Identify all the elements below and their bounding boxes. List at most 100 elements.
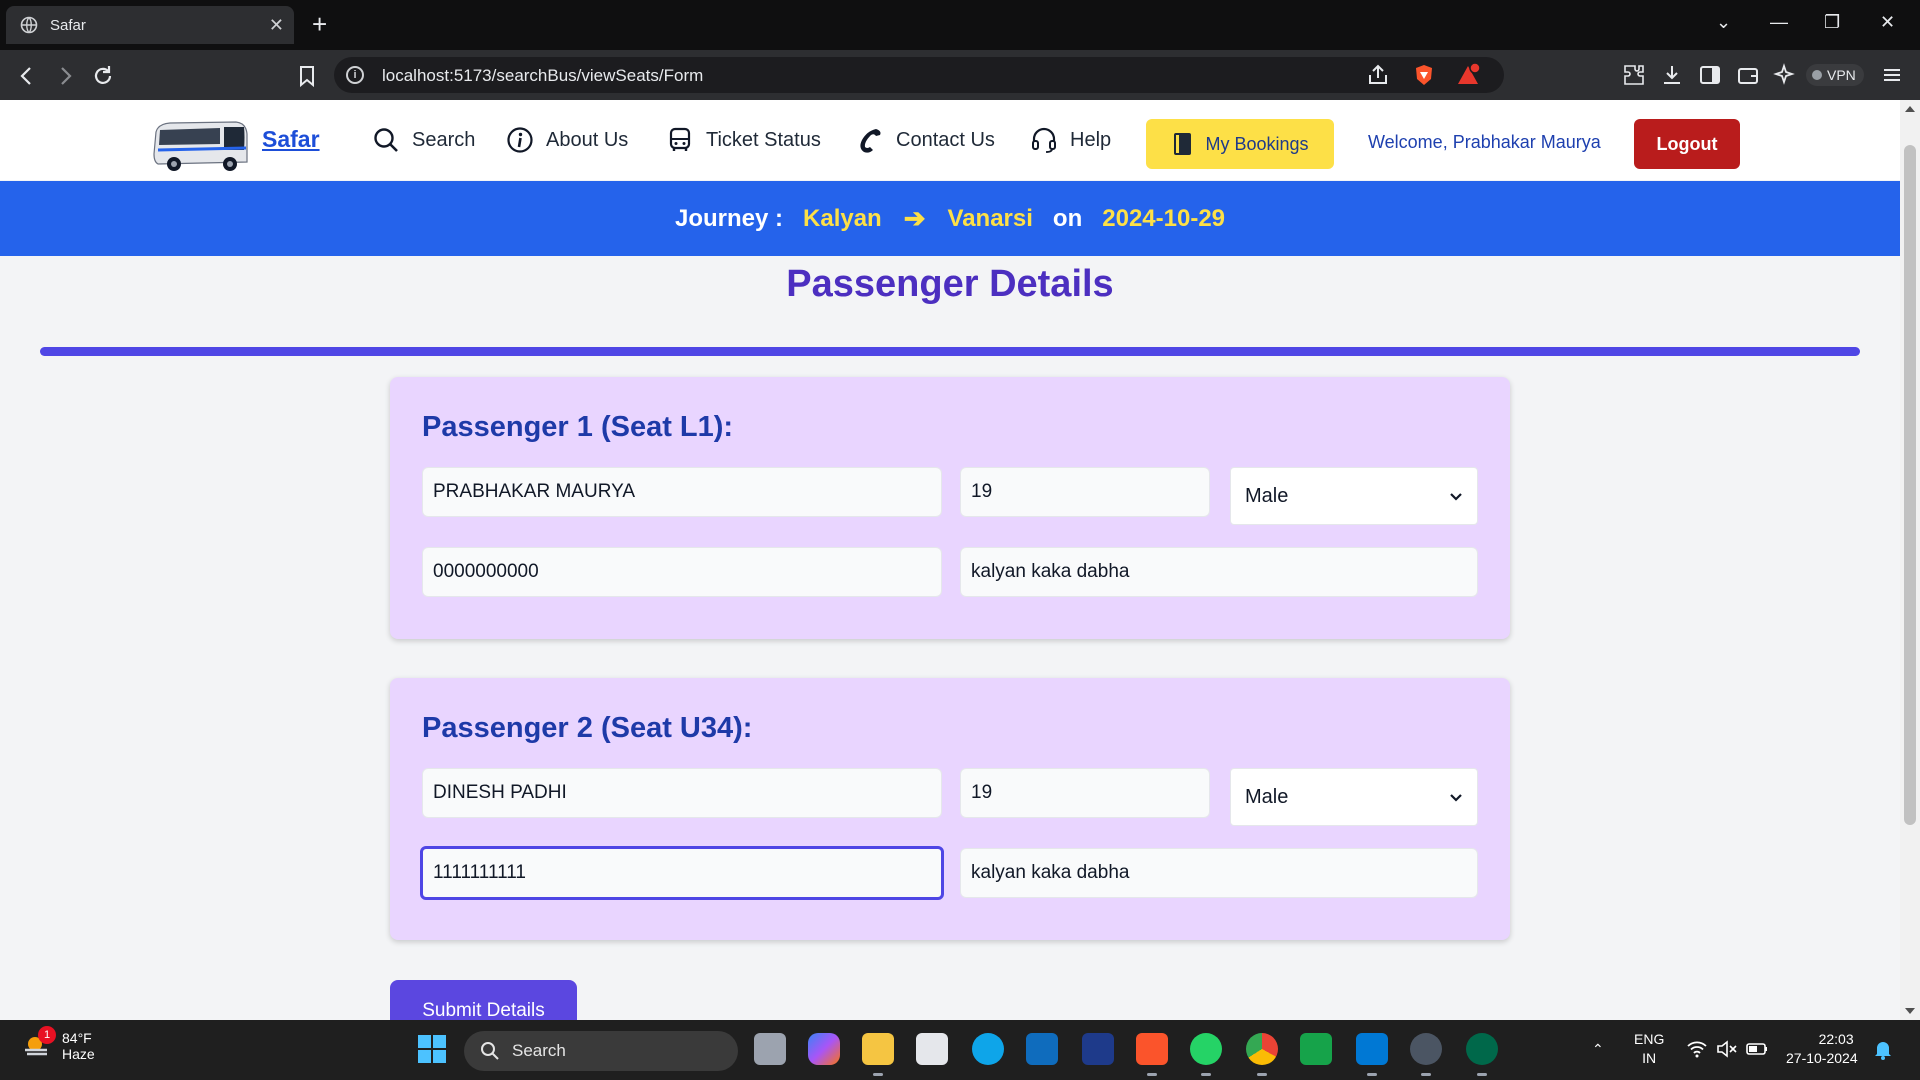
arrow-right-icon: ➔ (903, 203, 926, 233)
bus-logo-icon[interactable] (150, 114, 250, 174)
nav-search-label: Search (412, 128, 476, 151)
download-icon[interactable] (1660, 63, 1684, 87)
classroom-icon[interactable] (1300, 1033, 1332, 1065)
media-player-icon[interactable] (1410, 1033, 1442, 1076)
my-bookings-label: My Bookings (1205, 133, 1309, 154)
close-window-icon[interactable]: ✕ (1880, 12, 1895, 33)
mongodb-compass-icon[interactable] (1466, 1033, 1498, 1076)
scrollbar-thumb[interactable] (1904, 145, 1916, 825)
nav-ticket-status[interactable]: Ticket Status (666, 126, 821, 154)
copilot-icon[interactable] (808, 1033, 840, 1065)
language-indicator[interactable]: ENG IN (1634, 1030, 1664, 1068)
passenger-1-gender-value: Male (1245, 484, 1289, 507)
forward-icon[interactable] (52, 63, 78, 89)
clock[interactable]: 22:03 27-10-2024 (1786, 1030, 1858, 1068)
brave-shield-icon[interactable] (1412, 63, 1436, 87)
search-icon (374, 128, 398, 152)
passenger-2-gender-value: Male (1245, 785, 1289, 808)
edge-icon[interactable] (972, 1033, 1004, 1065)
site-navbar: Safar Search About Us Ticket Status Cont… (0, 100, 1900, 180)
bookmark-icon[interactable] (294, 63, 320, 89)
weather-temp: 84°F (62, 1030, 92, 1046)
file-explorer-icon[interactable] (862, 1033, 894, 1076)
chevron-down-icon (1450, 493, 1462, 501)
passenger-2-phone-input[interactable]: 1111111111 (420, 846, 944, 900)
passenger-1-age-input[interactable]: 19 (960, 467, 1210, 517)
nav-contact-us[interactable]: Contact Us (856, 126, 995, 154)
restore-icon[interactable]: ❐ (1824, 12, 1840, 33)
chrome-icon[interactable] (1246, 1033, 1278, 1076)
my-bookings-button[interactable]: My Bookings (1146, 119, 1334, 169)
brave-rewards-icon[interactable] (1456, 63, 1480, 87)
wifi-icon[interactable] (1686, 1040, 1708, 1058)
passenger-2-address-input[interactable]: kalyan kaka dabha (960, 848, 1478, 898)
share-icon[interactable] (1366, 63, 1390, 87)
nav-contact-label: Contact Us (896, 128, 995, 151)
vscode-icon[interactable] (1356, 1033, 1388, 1076)
journey-from: Kalyan (803, 204, 882, 232)
browser-tab[interactable]: Safar ✕ (6, 6, 294, 44)
globe-icon (20, 16, 38, 34)
leo-ai-icon[interactable] (1772, 63, 1796, 87)
close-tab-icon[interactable]: ✕ (269, 15, 284, 36)
site-info-icon[interactable]: i (346, 66, 364, 84)
weather-badge: 1 (38, 1026, 56, 1044)
passenger-2-name-input[interactable]: DINESH PADHI (422, 768, 942, 818)
wallet-icon[interactable] (1736, 63, 1760, 87)
tab-title: Safar (50, 16, 86, 34)
tab-search-chevron-icon[interactable]: ⌄ (1716, 12, 1731, 33)
windows-taskbar: 1 84°F Haze Search ⌃ ENG IN 22:03 27-10-… (0, 1020, 1920, 1080)
passenger-2-gender-select[interactable]: Male (1230, 768, 1478, 826)
logout-button[interactable]: Logout (1634, 119, 1740, 169)
battery-icon[interactable] (1746, 1041, 1768, 1057)
title-divider (40, 347, 1860, 356)
passenger-2-age-input[interactable]: 19 (960, 768, 1210, 818)
browser-tab-bar: Safar ✕ + ⌄ — ❐ ✕ (0, 0, 1920, 50)
taskbar-search[interactable]: Search (464, 1031, 738, 1071)
brand-link[interactable]: Safar (262, 126, 320, 153)
nav-about-us[interactable]: About Us (506, 126, 628, 154)
notification-bell-icon[interactable] (1874, 1040, 1892, 1060)
address-bar[interactable]: i localhost:5173/searchBus/viewSeats/For… (334, 57, 1504, 93)
submit-details-button[interactable]: Submit Details (390, 980, 577, 1020)
bus-icon (669, 127, 691, 151)
task-view-icon[interactable] (754, 1033, 786, 1065)
menu-icon[interactable] (1880, 63, 1904, 87)
clock-date: 27-10-2024 (1786, 1050, 1858, 1066)
passenger-1-gender-select[interactable]: Male (1230, 467, 1478, 525)
microsoft-store-icon[interactable] (916, 1033, 948, 1065)
passenger-1-name-input[interactable]: PRABHAKAR MAURYA (422, 467, 942, 517)
vpn-button[interactable]: VPN (1806, 64, 1864, 86)
sidebar-icon[interactable] (1698, 63, 1722, 87)
whatsapp-icon[interactable] (1190, 1033, 1222, 1076)
extensions-icon[interactable] (1622, 63, 1646, 87)
scroll-down-icon[interactable] (1905, 1008, 1915, 1014)
outlook-icon[interactable] (1026, 1033, 1058, 1065)
reload-icon[interactable] (90, 63, 116, 89)
journey-date: 2024-10-29 (1102, 204, 1226, 232)
back-icon[interactable] (14, 63, 40, 89)
nav-search[interactable]: Search (372, 126, 475, 154)
minimize-icon[interactable]: — (1770, 12, 1788, 33)
weather-widget[interactable]: 1 84°F Haze (22, 1026, 95, 1062)
new-tab-icon[interactable]: + (312, 11, 327, 37)
journey-banner: Journey : Kalyan ➔ Vanarsi on 2024-10-29 (0, 181, 1900, 256)
nav-help[interactable]: Help (1030, 126, 1111, 154)
volume-muted-icon[interactable] (1716, 1040, 1738, 1058)
clock-time: 22:03 (1818, 1031, 1854, 1047)
chevron-up-icon[interactable]: ⌃ (1592, 1040, 1604, 1059)
launcher-l-icon[interactable] (1082, 1033, 1114, 1065)
language-bottom: IN (1642, 1050, 1657, 1066)
passenger-1-phone-input[interactable]: 0000000000 (422, 547, 942, 597)
phone-icon (860, 129, 881, 153)
scroll-up-icon[interactable] (1905, 106, 1915, 112)
brave-browser-icon[interactable] (1136, 1033, 1168, 1076)
browser-toolbar: i localhost:5173/searchBus/viewSeats/For… (0, 50, 1920, 100)
taskbar-search-label: Search (512, 1041, 566, 1060)
vpn-label: VPN (1827, 67, 1856, 83)
passenger-1-address-input[interactable]: kalyan kaka dabha (960, 547, 1478, 597)
windows-start-icon[interactable] (416, 1033, 448, 1065)
nav-help-label: Help (1070, 128, 1112, 151)
nav-ticket-label: Ticket Status (706, 128, 821, 151)
page-scrollbar[interactable] (1900, 100, 1920, 1020)
